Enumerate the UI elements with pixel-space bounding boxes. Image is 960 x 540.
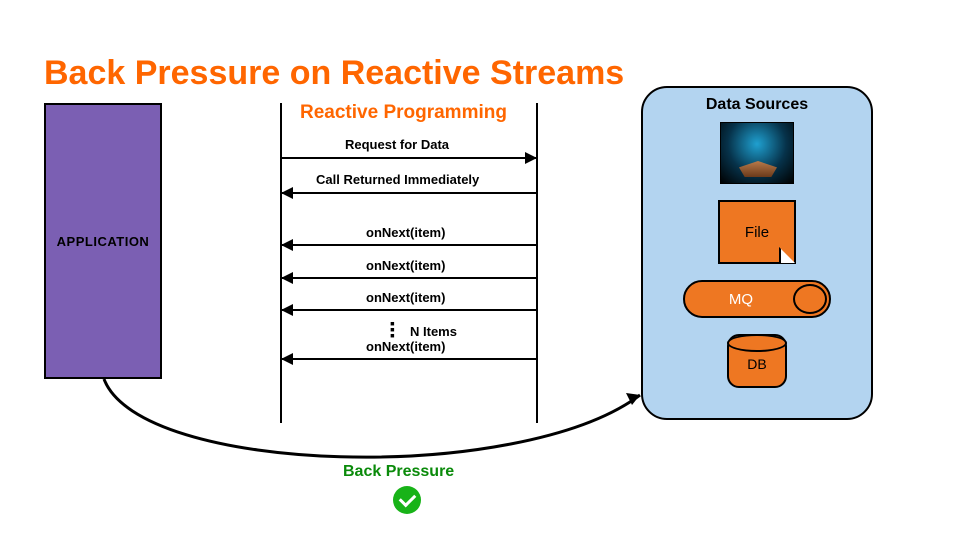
mq-icon: MQ xyxy=(683,280,831,318)
diagram-subtitle: Reactive Programming xyxy=(300,102,507,124)
msg-onnext-2-label: onNext(item) xyxy=(366,258,445,273)
file-label: File xyxy=(745,224,769,241)
arrow-onnext-1 xyxy=(282,244,536,246)
arrow-onnext-last xyxy=(282,358,536,360)
arrow-onnext-2 xyxy=(282,277,536,279)
back-pressure-label: Back Pressure xyxy=(343,463,454,481)
mq-label: MQ xyxy=(729,291,753,308)
data-sources-title: Data Sources xyxy=(706,96,808,114)
diagram-title: Back Pressure on Reactive Streams xyxy=(44,54,624,93)
check-icon xyxy=(393,486,421,514)
file-icon: File xyxy=(718,200,796,264)
msg-call-returned-label: Call Returned Immediately xyxy=(316,172,479,187)
db-icon: DB xyxy=(727,334,787,388)
data-sources-panel: Data Sources File MQ DB xyxy=(641,86,873,420)
msg-onnext-last-label: onNext(item) xyxy=(366,339,445,354)
application-box: APPLICATION xyxy=(44,103,162,379)
msg-onnext-1-label: onNext(item) xyxy=(366,225,445,240)
lifeline-consumer xyxy=(280,103,282,423)
arrow-call-returned xyxy=(282,192,536,194)
lifeline-producer xyxy=(536,103,538,423)
arrow-onnext-3 xyxy=(282,309,536,311)
msg-request-label: Request for Data xyxy=(345,137,449,152)
ellipsis-dots: ▪▪▪ xyxy=(390,320,395,338)
msg-onnext-3-label: onNext(item) xyxy=(366,290,445,305)
data-source-image-icon xyxy=(720,122,794,184)
db-label: DB xyxy=(747,356,766,372)
arrow-request xyxy=(282,157,536,159)
n-items-label: N Items xyxy=(410,324,457,339)
application-label: APPLICATION xyxy=(57,234,150,249)
